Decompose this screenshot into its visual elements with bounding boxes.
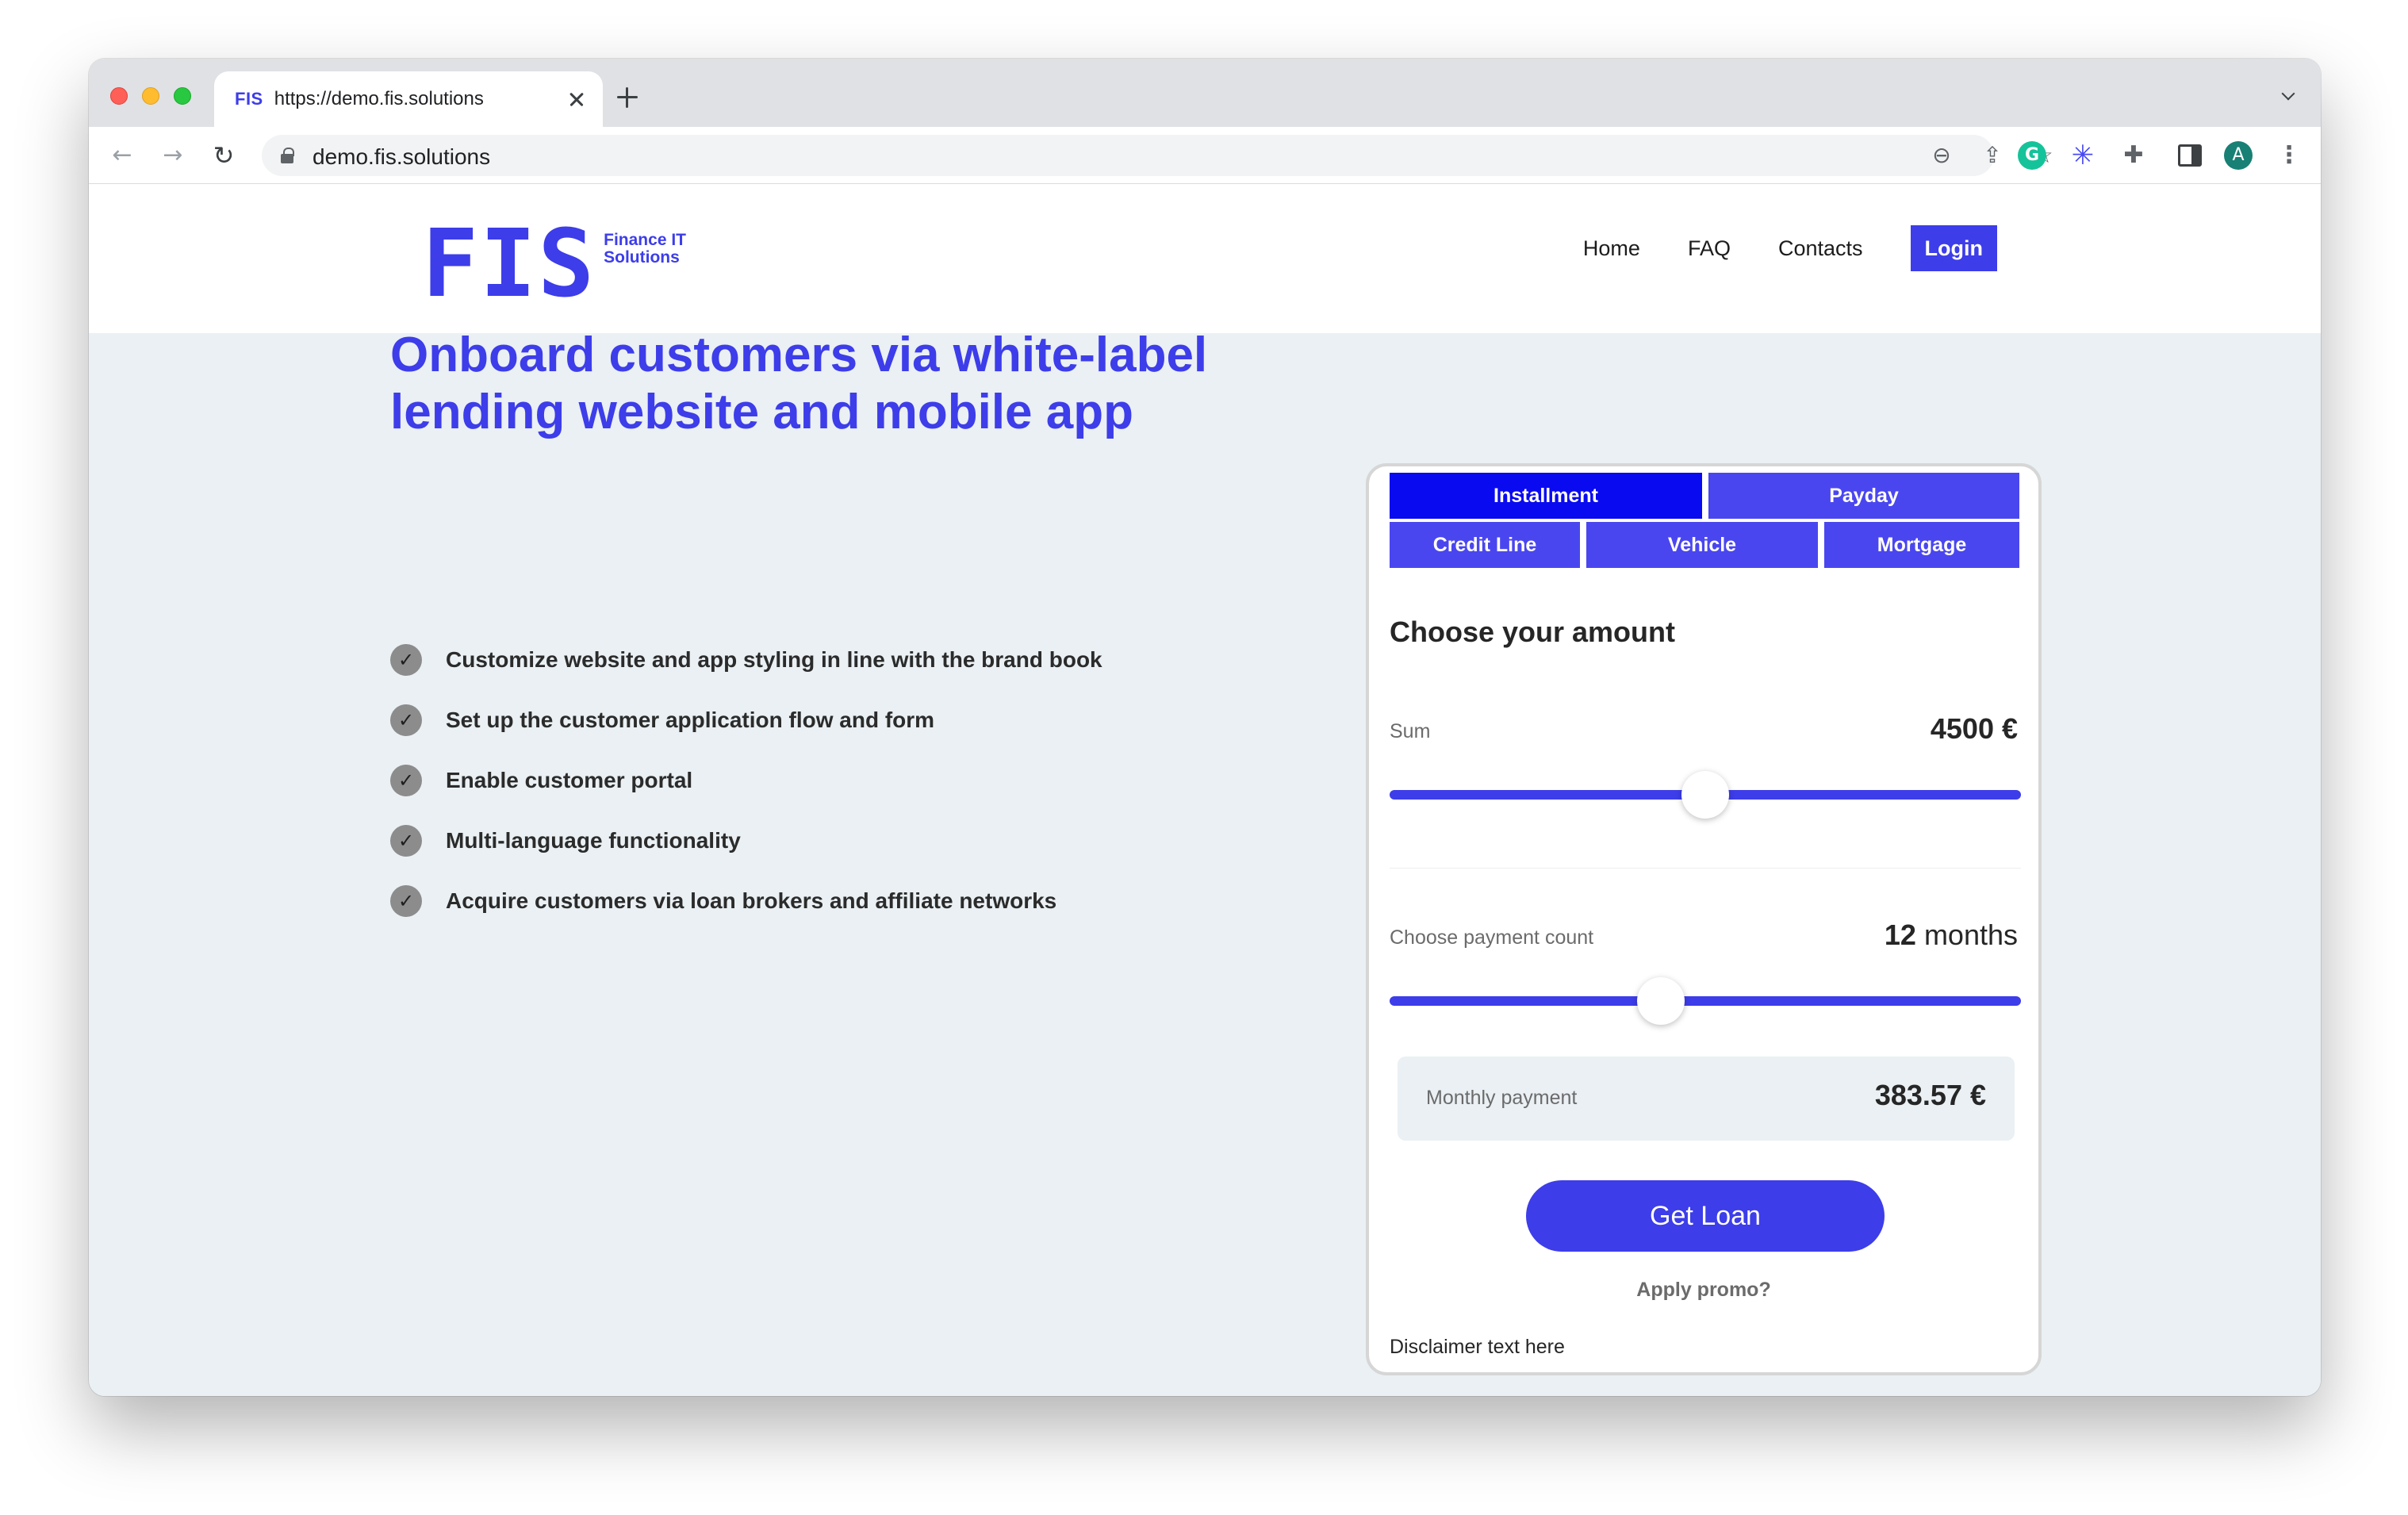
tab-credit-line[interactable]: Credit Line — [1390, 522, 1580, 568]
url-text[interactable]: demo.fis.solutions — [313, 144, 490, 170]
tab-favicon: FIS — [235, 89, 263, 109]
login-button[interactable]: Login — [1910, 225, 1997, 271]
apply-promo-link[interactable]: Apply promo? — [1369, 1279, 2038, 1302]
feature-text: Customize website and app styling in lin… — [446, 647, 1102, 672]
reload-icon[interactable]: ↻ — [209, 141, 238, 170]
forward-arrow-icon[interactable]: → — [159, 141, 187, 170]
feature-text: Set up the customer application flow and… — [446, 708, 935, 732]
zoom-icon[interactable]: ⊖ — [1929, 143, 1954, 168]
sum-value: 4500 € — [1930, 712, 2018, 745]
maximize-window-button[interactable] — [174, 87, 191, 105]
new-tab-icon[interactable] — [615, 86, 639, 109]
minimize-window-button[interactable] — [142, 87, 159, 105]
payment-count-slider[interactable] — [1390, 977, 2021, 1025]
fis-logo[interactable]: FIS Finance IT Solutions — [422, 209, 686, 318]
sum-slider-thumb[interactable] — [1681, 771, 1729, 819]
monthly-payment-value: 383.57 € — [1875, 1079, 1986, 1112]
feature-item: ✓ Enable customer portal — [390, 750, 1102, 811]
sum-label: Sum — [1390, 720, 1431, 742]
monthly-payment-amount: 383.57 € — [1874, 1079, 1986, 1111]
web-page: FIS Finance IT Solutions Home FAQ Contac… — [89, 184, 2321, 1396]
checkmark-icon: ✓ — [390, 765, 422, 796]
checkmark-icon: ✓ — [390, 825, 422, 857]
grammarly-extension-icon[interactable]: G — [2018, 141, 2046, 170]
monthly-payment-box: Monthly payment 383.57 € — [1398, 1057, 2015, 1141]
feature-text: Multi-language functionality — [446, 828, 741, 853]
nav-faq-link[interactable]: FAQ — [1688, 225, 1731, 271]
browser-tab[interactable]: FIS https://demo.fis.solutions — [214, 71, 603, 127]
checkmark-icon: ✓ — [390, 704, 422, 736]
browser-menu-icon[interactable]: ⋮ — [2275, 141, 2303, 170]
browser-window: FIS https://demo.fis.solutions ← → ↻ dem… — [89, 59, 2321, 1396]
feature-item: ✓ Multi-language functionality — [390, 811, 1102, 871]
payment-count-label: Choose payment count — [1390, 926, 1594, 949]
logo-tagline-line2: Solutions — [604, 248, 680, 267]
loan-type-tabs-row1: Installment Payday — [1390, 473, 2019, 519]
logo-tagline-line1: Finance IT — [604, 231, 686, 249]
feature-item: ✓ Customize website and app styling in l… — [390, 630, 1102, 690]
sparkle-extension-icon[interactable]: ✳ — [2069, 141, 2097, 170]
extensions-puzzle-icon[interactable]: ✚ — [2119, 141, 2148, 170]
site-header: FIS Finance IT Solutions Home FAQ Contac… — [89, 184, 2321, 333]
feature-list: ✓ Customize website and app styling in l… — [390, 630, 1102, 931]
tab-installment[interactable]: Installment — [1390, 473, 1702, 519]
close-tab-icon[interactable] — [565, 87, 589, 111]
payment-count-slider-thumb[interactable] — [1637, 977, 1685, 1025]
close-window-button[interactable] — [110, 87, 128, 105]
checkmark-icon: ✓ — [390, 885, 422, 917]
get-loan-button[interactable]: Get Loan — [1526, 1180, 1885, 1252]
monthly-payment-label: Monthly payment — [1426, 1087, 1578, 1109]
hero-title: Onboard customers via white-label lendin… — [390, 328, 1208, 439]
feature-item: ✓ Acquire customers via loan brokers and… — [390, 871, 1102, 931]
feature-item: ✓ Set up the customer application flow a… — [390, 690, 1102, 750]
loan-calculator-card: Installment Payday Credit Line Vehicle M… — [1366, 463, 2042, 1375]
logo-mark: FIS — [422, 209, 596, 318]
payment-count-number: 12 — [1884, 919, 1916, 951]
profile-avatar[interactable]: A — [2224, 141, 2253, 170]
nav-home-link[interactable]: Home — [1583, 225, 1640, 271]
tab-payday[interactable]: Payday — [1708, 473, 2019, 519]
section-divider — [1390, 868, 2021, 869]
disclaimer-text: Disclaimer text here — [1390, 1336, 1565, 1358]
address-bar[interactable]: demo.fis.solutions ⊖ ⇪ ☆ — [262, 135, 2053, 176]
logo-tagline: Finance IT Solutions — [604, 232, 686, 267]
loan-type-tabs-row2: Credit Line Vehicle Mortgage — [1390, 522, 2019, 568]
lock-icon[interactable] — [281, 148, 294, 163]
main-nav: Home FAQ Contacts Login — [1536, 225, 1997, 271]
payment-count-unit: months — [1923, 919, 2018, 951]
back-arrow-icon[interactable]: ← — [108, 141, 136, 170]
tab-strip: FIS https://demo.fis.solutions — [89, 59, 2321, 127]
checkmark-icon: ✓ — [390, 644, 422, 676]
tab-title: https://demo.fis.solutions — [274, 88, 484, 109]
share-icon[interactable]: ⇪ — [1980, 143, 2005, 168]
browser-toolbar: ← → ↻ demo.fis.solutions ⊖ ⇪ ☆ G ✳ ✚ A ⋮ — [89, 127, 2321, 184]
side-panel-icon[interactable] — [2178, 144, 2202, 167]
tab-mortgage[interactable]: Mortgage — [1824, 522, 2019, 568]
sum-slider[interactable] — [1390, 771, 2021, 819]
tab-search-chevron-icon[interactable] — [2280, 87, 2299, 106]
feature-text: Enable customer portal — [446, 768, 693, 792]
tab-vehicle[interactable]: Vehicle — [1586, 522, 1818, 568]
amount-title: Choose your amount — [1390, 616, 1676, 648]
nav-contacts-link[interactable]: Contacts — [1778, 225, 1863, 271]
payment-count-value: 12 months — [1885, 919, 2018, 952]
feature-text: Acquire customers via loan brokers and a… — [446, 888, 1057, 913]
